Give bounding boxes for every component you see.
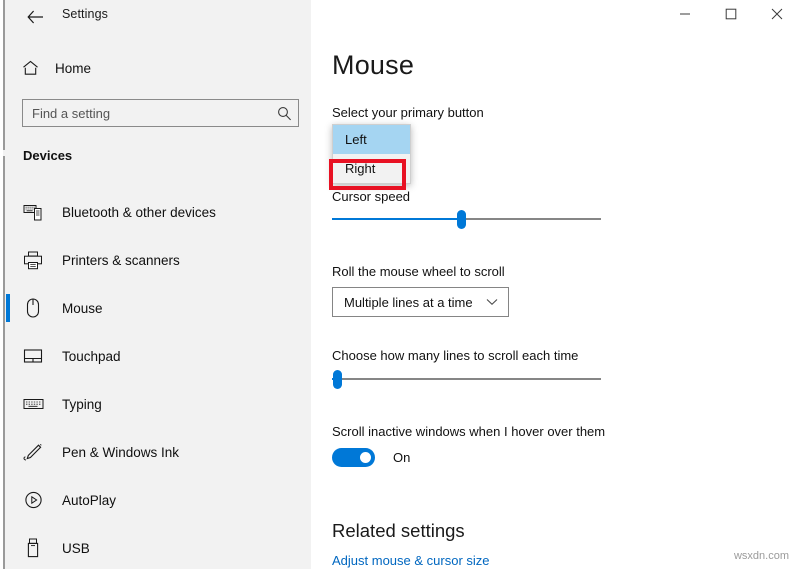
minimize-button[interactable] <box>662 0 708 31</box>
sidebar-item-usb[interactable]: USB <box>5 524 311 569</box>
selection-indicator <box>6 294 10 322</box>
sidebar-item-label: Printers & scanners <box>62 252 180 268</box>
sidebar-item-touchpad[interactable]: Touchpad <box>5 332 311 380</box>
slider-thumb[interactable] <box>333 370 342 389</box>
sidebar-item-mouse[interactable]: Mouse <box>5 284 311 332</box>
sidebar-item-autoplay[interactable]: AutoPlay <box>5 476 311 524</box>
keyboard-icon <box>18 389 48 419</box>
sidebar-item-label: AutoPlay <box>62 492 117 508</box>
usb-icon <box>18 533 48 563</box>
slider-remaining-track <box>337 378 601 380</box>
minimize-icon <box>679 7 691 25</box>
slider-filled-track <box>332 218 461 220</box>
related-settings-heading: Related settings <box>332 520 465 541</box>
sidebar-item-label: Mouse <box>62 300 103 316</box>
sidebar-section-title: Devices <box>23 148 73 163</box>
sidebar-item-home[interactable]: Home <box>13 51 303 85</box>
maximize-button[interactable] <box>708 0 754 31</box>
sidebar-item-label: Pen & Windows Ink <box>62 444 180 460</box>
sidebar-nav: Bluetooth & other devices Printers & sca… <box>5 188 311 569</box>
cursor-speed-slider[interactable] <box>332 209 601 229</box>
wheel-scroll-label: Roll the mouse wheel to scroll <box>332 264 505 279</box>
wheel-scroll-combobox[interactable]: Multiple lines at a time <box>332 287 509 317</box>
main-content: Mouse Select your primary button Cursor … <box>311 0 800 569</box>
autoplay-icon <box>18 485 48 515</box>
annotation-highlight-rectangle <box>329 159 406 190</box>
sidebar-item-label: Typing <box>62 396 102 412</box>
pen-icon <box>18 437 48 467</box>
watermark: wsxdn.com <box>733 550 789 562</box>
window-controls <box>662 0 800 31</box>
search-icon <box>270 106 298 121</box>
sidebar-home-label: Home <box>55 60 92 76</box>
slider-thumb[interactable] <box>457 210 466 229</box>
inactive-scroll-label: Scroll inactive windows when I hover ove… <box>332 424 606 439</box>
inactive-scroll-state-label: On <box>393 450 411 465</box>
sidebar-item-printers-scanners[interactable]: Printers & scanners <box>5 236 311 284</box>
home-icon <box>13 60 47 76</box>
wheel-scroll-selected-value: Multiple lines at a time <box>344 294 473 310</box>
close-button[interactable] <box>754 0 800 31</box>
close-icon <box>771 7 783 25</box>
sidebar-item-label: USB <box>62 540 90 556</box>
chevron-down-icon <box>486 298 498 306</box>
sidebar: Settings Home Devices <box>5 0 311 569</box>
back-arrow-icon <box>26 10 44 24</box>
toggle-knob <box>360 452 371 463</box>
touchpad-icon <box>18 341 48 371</box>
related-link-adjust-mouse-cursor-size[interactable]: Adjust mouse & cursor size <box>332 553 490 568</box>
primary-button-label: Select your primary button <box>332 105 484 120</box>
page-title: Mouse <box>332 50 415 80</box>
sidebar-item-label: Touchpad <box>62 348 121 364</box>
slider-remaining-track <box>461 218 601 220</box>
settings-window: Settings Home Devices <box>0 0 800 569</box>
inactive-scroll-toggle[interactable] <box>332 448 375 467</box>
search-input[interactable] <box>23 105 270 121</box>
maximize-icon <box>725 7 737 25</box>
sidebar-item-bluetooth-other-devices[interactable]: Bluetooth & other devices <box>5 188 311 236</box>
bluetooth-devices-icon <box>18 197 48 227</box>
search-box[interactable] <box>22 99 299 127</box>
sidebar-item-label: Bluetooth & other devices <box>62 204 216 220</box>
window-title: Settings <box>62 7 108 21</box>
dropdown-option-left[interactable]: Left <box>333 125 410 154</box>
lines-to-scroll-label: Choose how many lines to scroll each tim… <box>332 348 579 363</box>
cursor-speed-label: Cursor speed <box>332 189 411 204</box>
sidebar-item-pen-windows-ink[interactable]: Pen & Windows Ink <box>5 428 311 476</box>
inactive-scroll-toggle-row[interactable]: On <box>332 448 410 467</box>
back-button[interactable] <box>13 2 57 32</box>
printer-icon <box>18 245 48 275</box>
sidebar-item-typing[interactable]: Typing <box>5 380 311 428</box>
lines-to-scroll-slider[interactable] <box>332 369 601 389</box>
mouse-icon <box>18 293 48 323</box>
